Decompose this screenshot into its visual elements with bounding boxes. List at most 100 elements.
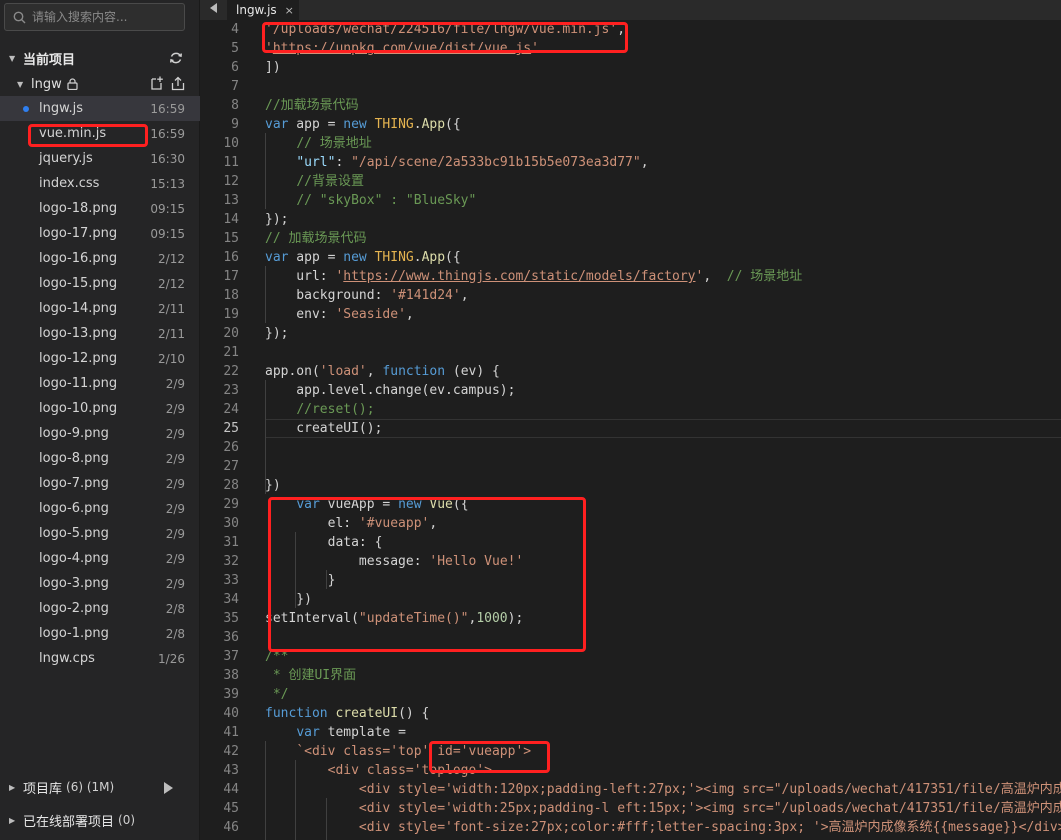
line-number: 25 bbox=[223, 421, 239, 436]
file-item[interactable]: jquery.js 16:30 bbox=[0, 146, 200, 171]
close-icon[interactable]: × bbox=[285, 4, 294, 17]
file-item[interactable]: logo-7.png 2/9 bbox=[0, 471, 200, 496]
code-text: data: { bbox=[265, 533, 383, 552]
line-number: 4 bbox=[231, 22, 239, 37]
code-text: app.level.change(ev.campus); bbox=[265, 381, 515, 400]
code-token: ' bbox=[531, 41, 539, 56]
code-token: }); bbox=[265, 326, 289, 341]
code-token: ({ bbox=[445, 250, 461, 265]
line-number: 13 bbox=[223, 193, 239, 208]
online-projects-count: (0) bbox=[118, 813, 136, 827]
file-item[interactable]: lngw.js 16:59 bbox=[0, 96, 200, 121]
file-time: 2/9 bbox=[165, 476, 185, 491]
file-item[interactable]: logo-10.png 2/9 bbox=[0, 396, 200, 421]
code-line: 41 var template = bbox=[200, 723, 1061, 742]
code-line: 38 * 创建UI界面 bbox=[200, 666, 1061, 685]
code-token: '/uploads/wechat/224516/file/lngw/vue.mi… bbox=[265, 22, 618, 37]
search-input[interactable] bbox=[30, 9, 174, 25]
search-box[interactable] bbox=[4, 3, 185, 31]
play-icon[interactable] bbox=[164, 782, 173, 794]
code-text: env: 'Seaside', bbox=[265, 305, 413, 324]
file-item[interactable]: logo-15.png 2/12 bbox=[0, 271, 200, 296]
code-text: var app = new THING.App({ bbox=[265, 115, 461, 134]
line-number: 41 bbox=[223, 725, 239, 740]
online-projects-section[interactable]: ▶ 已在线部署项目 (0) bbox=[0, 807, 200, 833]
code-token: ({ bbox=[445, 117, 461, 132]
code-token: . bbox=[413, 250, 422, 265]
file-item[interactable]: logo-2.png 2/8 bbox=[0, 596, 200, 621]
project-library-section[interactable]: ▶ 项目库 (6) (1M) bbox=[0, 774, 200, 800]
code-token: App bbox=[421, 117, 446, 132]
code-token: // 场景地址 bbox=[726, 269, 803, 284]
new-file-icon[interactable] bbox=[150, 76, 164, 91]
code-editor[interactable]: 3'/uploads/wechat/224516/file/lngw/jquer… bbox=[200, 20, 1061, 840]
file-item[interactable]: logo-3.png 2/9 bbox=[0, 571, 200, 596]
file-item[interactable]: logo-17.png 09:15 bbox=[0, 221, 200, 246]
project-library-count: (6) (1M) bbox=[66, 780, 115, 794]
code-token: * 创建UI界面 bbox=[265, 668, 357, 683]
code-text: }); bbox=[265, 210, 288, 229]
file-time: 2/12 bbox=[158, 276, 185, 291]
code-text: * 创建UI界面 bbox=[265, 666, 356, 685]
refresh-icon[interactable] bbox=[169, 51, 183, 65]
code-token: app = bbox=[288, 250, 344, 265]
lock-icon bbox=[67, 78, 78, 90]
project-folder[interactable]: ▼ lngw bbox=[0, 72, 200, 96]
file-time: 2/8 bbox=[165, 601, 185, 616]
file-item[interactable]: vue.min.js 16:59 bbox=[0, 121, 200, 146]
file-item[interactable]: index.css 15:13 bbox=[0, 171, 200, 196]
current-project-header[interactable]: ▼ 当前项目 bbox=[0, 46, 200, 70]
upload-icon[interactable] bbox=[171, 76, 185, 91]
file-item[interactable]: logo-11.png 2/9 bbox=[0, 371, 200, 396]
file-item[interactable]: logo-6.png 2/9 bbox=[0, 496, 200, 521]
indent-guide bbox=[295, 760, 296, 840]
code-line: 18 background: '#141d24', bbox=[200, 286, 1061, 305]
file-item[interactable]: logo-16.png 2/12 bbox=[0, 246, 200, 271]
code-token: /** bbox=[265, 649, 289, 664]
file-item[interactable]: logo-4.png 2/9 bbox=[0, 546, 200, 571]
file-time: 2/9 bbox=[165, 426, 185, 441]
file-name: logo-7.png bbox=[39, 476, 109, 491]
code-token: env: bbox=[265, 307, 336, 322]
code-line: 21 bbox=[200, 343, 1061, 362]
line-number: 26 bbox=[223, 440, 239, 455]
line-number: 17 bbox=[223, 269, 239, 284]
file-item[interactable]: logo-14.png 2/11 bbox=[0, 296, 200, 321]
file-item[interactable]: logo-12.png 2/10 bbox=[0, 346, 200, 371]
indent-guide bbox=[265, 380, 266, 494]
file-name: logo-4.png bbox=[39, 551, 109, 566]
code-line: 4 '/uploads/wechat/224516/file/lngw/vue.m… bbox=[200, 20, 1061, 39]
line-number: 24 bbox=[223, 402, 239, 417]
file-item[interactable]: logo-18.png 09:15 bbox=[0, 196, 200, 221]
file-item[interactable]: logo-1.png 2/8 bbox=[0, 621, 200, 646]
code-line: 43 <div class='toplogo'> bbox=[200, 761, 1061, 780]
code-text: `<div class='top' id='vueapp'> bbox=[265, 742, 531, 761]
file-name: lngw.cps bbox=[39, 651, 95, 666]
line-number: 37 bbox=[223, 649, 239, 664]
code-token: */ bbox=[265, 687, 289, 702]
code-token: template = bbox=[319, 725, 406, 740]
file-item[interactable]: logo-8.png 2/9 bbox=[0, 446, 200, 471]
code-line: 22 app.on('load', function (ev) { bbox=[200, 362, 1061, 381]
code-line: 24 //reset(); bbox=[200, 400, 1061, 419]
tab-scroll-left-icon[interactable] bbox=[210, 3, 217, 13]
indent-guide bbox=[265, 266, 266, 323]
file-time: 2/9 bbox=[165, 501, 185, 516]
file-item[interactable]: logo-5.png 2/9 bbox=[0, 521, 200, 546]
tab-lngw-js[interactable]: lngw.js × bbox=[227, 0, 299, 20]
file-item[interactable]: lngw.cps 1/26 bbox=[0, 646, 200, 671]
line-number: 5 bbox=[231, 41, 239, 56]
file-item[interactable]: logo-13.png 2/11 bbox=[0, 321, 200, 346]
code-token: , bbox=[703, 269, 727, 284]
current-project-title: 当前项目 bbox=[23, 52, 76, 68]
code-text: <div style='font-size:27px;color:#fff;le… bbox=[265, 818, 1061, 837]
file-time: 2/8 bbox=[165, 626, 185, 641]
code-token: 'Seaside' bbox=[335, 307, 406, 322]
file-item[interactable]: logo-9.png 2/9 bbox=[0, 421, 200, 446]
line-number: 32 bbox=[223, 554, 239, 569]
code-token: message: bbox=[265, 554, 430, 569]
code-line: 34 }) bbox=[200, 590, 1061, 609]
